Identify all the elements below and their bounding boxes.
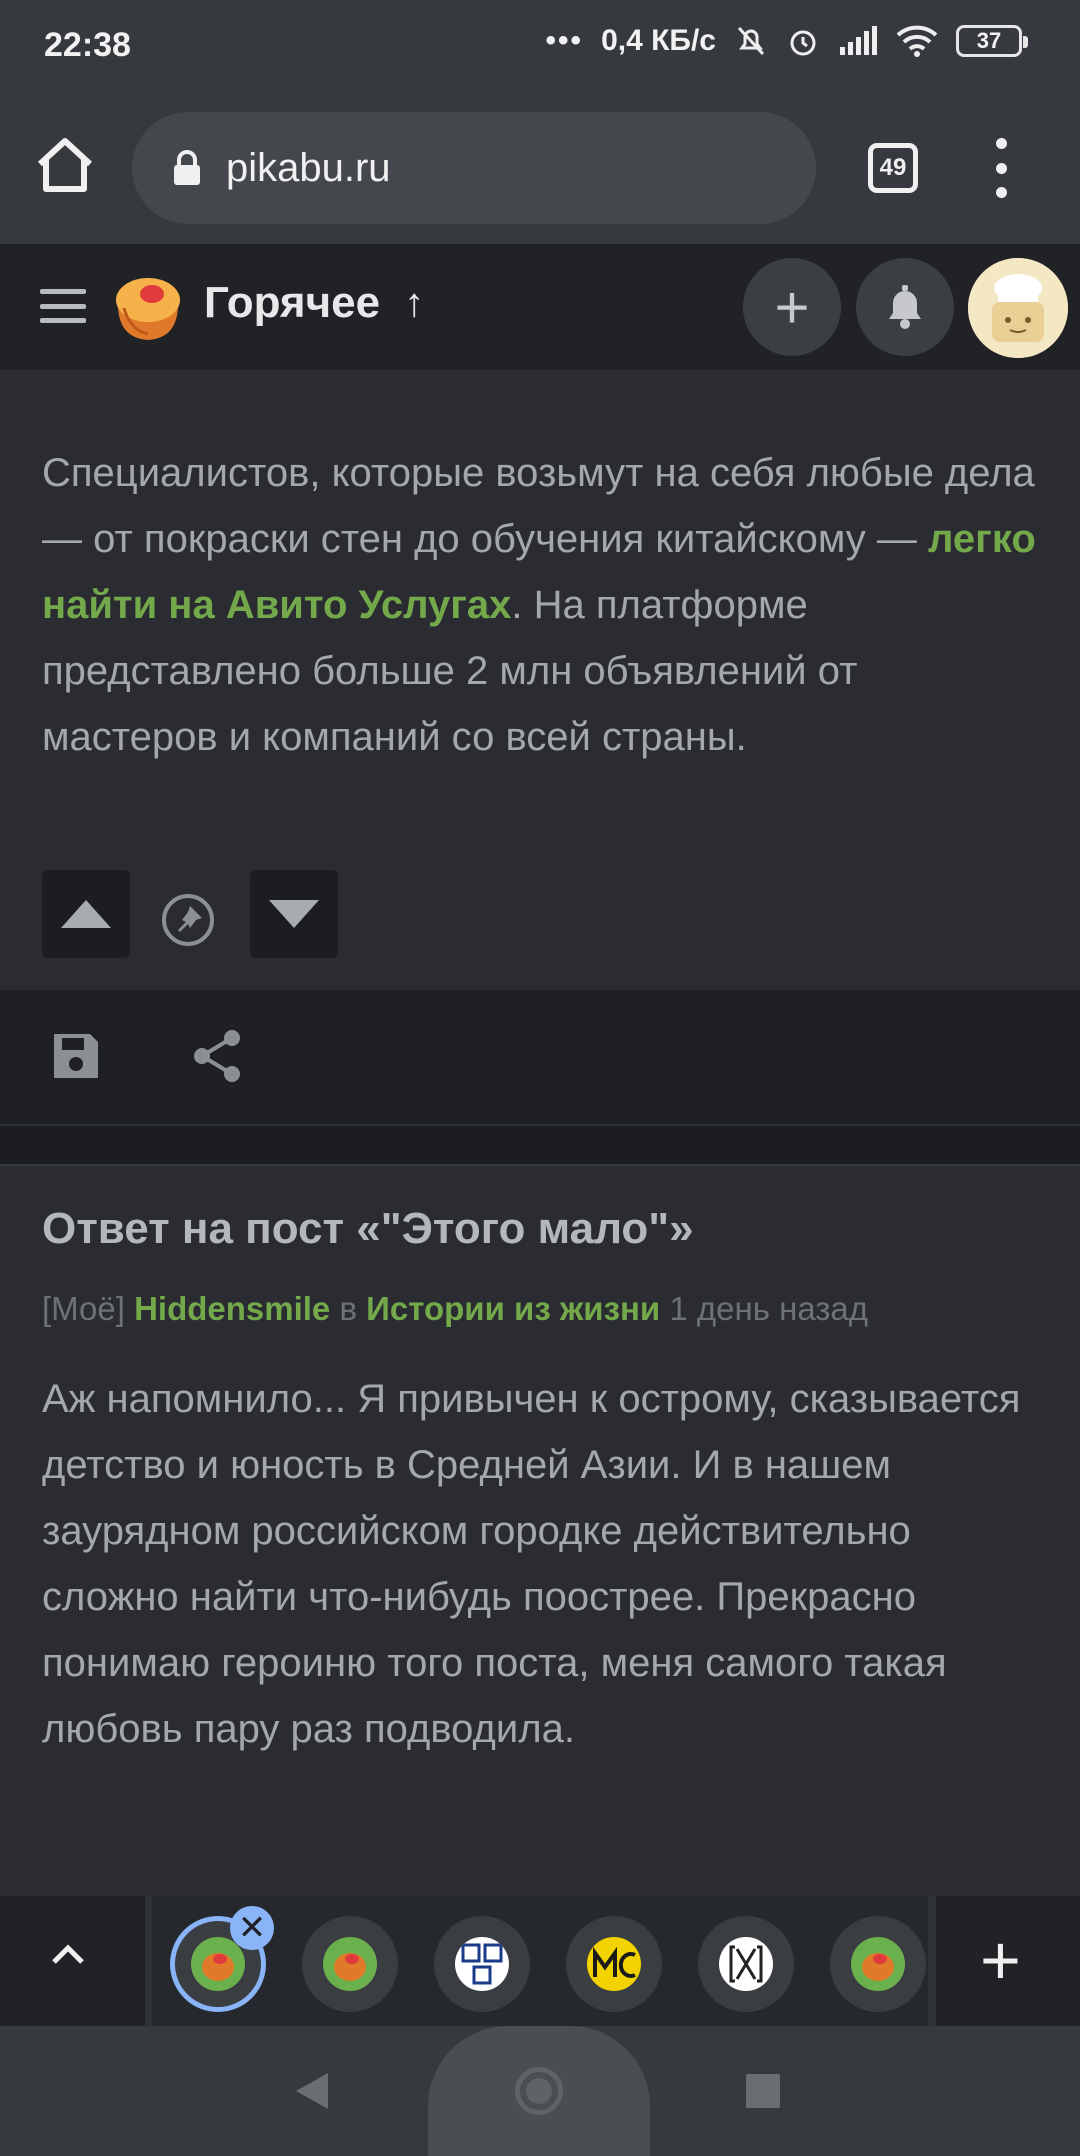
arrow-down-icon	[269, 900, 319, 928]
battery-level: 37	[976, 28, 1002, 53]
ad-post: Специалистов, которые возьмут на себя лю…	[0, 370, 1080, 990]
recent-apps-icon[interactable]	[746, 2074, 780, 2108]
address-bar[interactable]: pikabu.ru	[132, 112, 816, 224]
story-post: Ответ на пост «"Этого мало"» [Моё] Hidde…	[0, 1166, 1080, 1896]
hamburger-menu-icon[interactable]	[40, 289, 86, 323]
pikabu-logo-icon[interactable]	[110, 268, 186, 344]
new-tab-button[interactable]: +	[980, 1920, 1021, 2000]
close-tab-icon[interactable]: ✕	[230, 1906, 274, 1950]
tab-item[interactable]	[830, 1916, 926, 2012]
upvote-button[interactable]	[42, 870, 130, 958]
add-post-button[interactable]: +	[743, 258, 841, 356]
home-icon[interactable]	[34, 134, 96, 196]
tab-item[interactable]	[434, 1916, 530, 2012]
browser-menu-icon[interactable]	[986, 138, 1016, 198]
ad-text-before: Специалистов, которые возьмут на себя лю…	[42, 451, 1035, 561]
system-nav-bar	[0, 2026, 1080, 2156]
wifi-icon	[896, 25, 938, 57]
pikabu-favicon-icon	[323, 1937, 377, 1991]
home-nav-button[interactable]	[428, 2026, 650, 2156]
pikabu-favicon-icon	[851, 1937, 905, 1991]
tab-strip: ✕ +	[0, 1896, 1080, 2026]
mc-favicon-icon	[587, 1937, 641, 1991]
post-body-text: Аж напомнило... Я привычен к острому, ск…	[42, 1377, 1021, 1751]
browser-toolbar: pikabu.ru 49	[0, 96, 1080, 244]
status-indicators: ••• 0,4 КБ/с 37	[545, 24, 1028, 58]
post-tag[interactable]: [Моё]	[42, 1290, 125, 1327]
more-notifications-icon: •••	[545, 24, 584, 57]
sort-arrow-icon: ↑	[404, 280, 425, 325]
url-text: pikabu.ru	[226, 145, 391, 190]
the-favicon-icon	[455, 1937, 509, 1991]
lock-icon	[174, 150, 200, 185]
save-icon[interactable]	[50, 1030, 102, 1082]
post-time: 1 день назад	[669, 1290, 869, 1327]
post-title[interactable]: Ответ на пост «"Этого мало"»	[42, 1204, 694, 1254]
tab-item[interactable]	[566, 1916, 662, 2012]
ad-text: Специалистов, которые возьмут на себя лю…	[42, 440, 1042, 770]
notifications-button[interactable]	[856, 258, 954, 356]
section-title-text: Горячее	[204, 278, 381, 327]
alarm-icon	[790, 30, 816, 56]
post-divider	[0, 1124, 1080, 1166]
post-author[interactable]: Hiddensmile	[134, 1290, 330, 1327]
mute-icon	[737, 26, 765, 56]
meta-in-word: в	[339, 1290, 357, 1327]
bracket-favicon-icon	[719, 1937, 773, 1991]
section-title[interactable]: Горячее ↑	[204, 278, 424, 328]
status-time: 22:38	[44, 26, 131, 64]
site-header: Горячее ↑ +	[0, 244, 1080, 370]
tab-item[interactable]	[698, 1916, 794, 2012]
chevron-up-icon[interactable]	[40, 1928, 96, 1984]
tab-strip-fade-right	[928, 1896, 936, 2026]
post-community[interactable]: Истории из жизни	[366, 1290, 660, 1327]
status-bar: 22:38 ••• 0,4 КБ/с 37	[0, 0, 1080, 96]
signal-icon	[840, 26, 877, 55]
battery-icon: 37	[956, 25, 1028, 57]
pin-icon[interactable]	[160, 892, 216, 948]
post-actions	[0, 990, 1080, 1124]
arrow-up-icon	[61, 900, 111, 928]
back-icon[interactable]	[294, 2071, 330, 2111]
avatar-image	[968, 258, 1068, 358]
user-avatar[interactable]	[968, 258, 1068, 358]
tab-switcher-button[interactable]: 49	[868, 143, 918, 193]
post-meta: [Моё] Hiddensmile в Истории из жизни 1 д…	[42, 1290, 868, 1328]
share-icon[interactable]	[190, 1028, 244, 1084]
bell-icon	[889, 285, 921, 329]
tab-item[interactable]	[302, 1916, 398, 2012]
downvote-button[interactable]	[250, 870, 338, 958]
network-speed: 0,4 КБ/с	[601, 24, 716, 57]
home-circle-icon	[515, 2067, 563, 2115]
